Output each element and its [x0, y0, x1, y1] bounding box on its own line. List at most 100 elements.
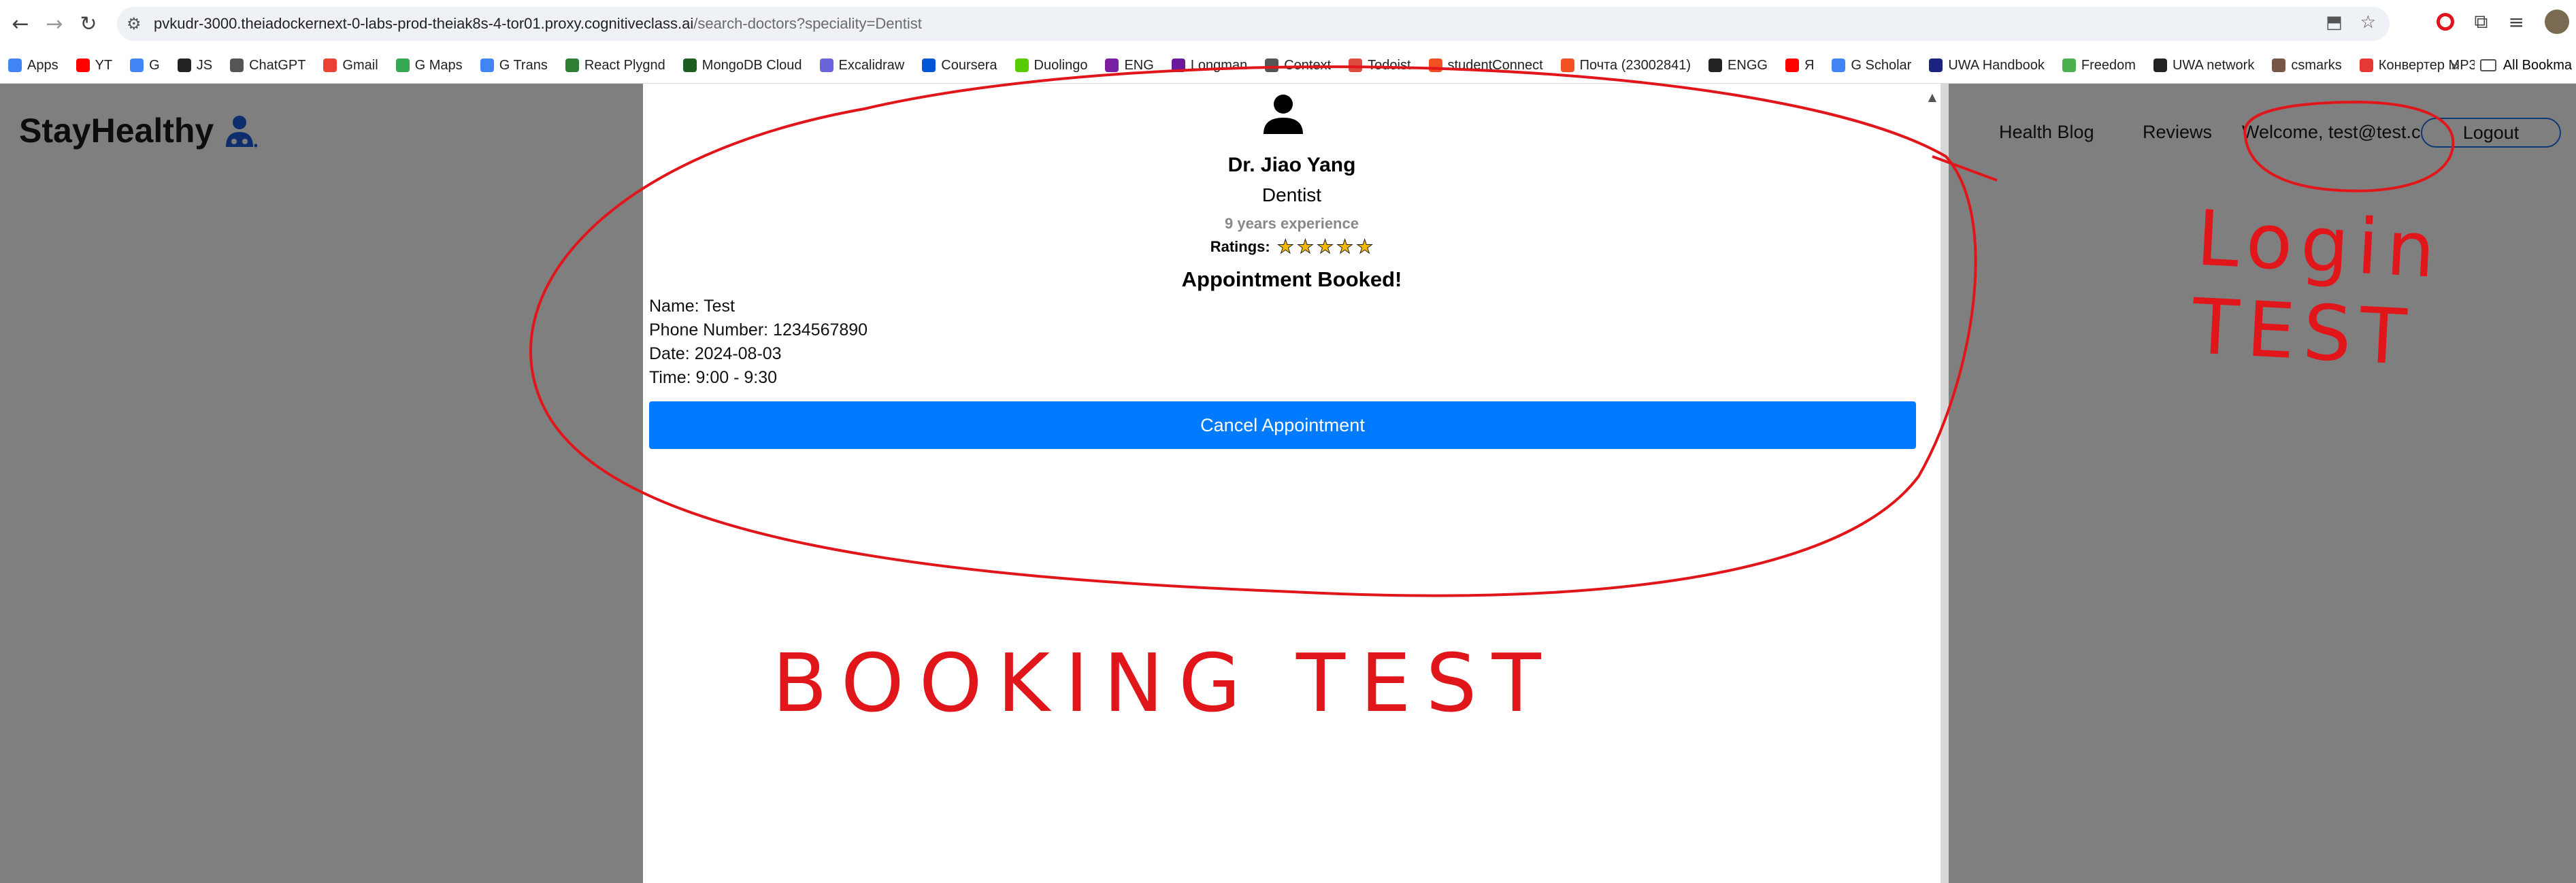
back-arrow-icon[interactable]: ←	[7, 10, 34, 37]
duolingo-icon	[1014, 59, 1029, 72]
coursera-icon	[922, 59, 936, 72]
google-icon	[130, 59, 144, 72]
reload-icon[interactable]: ↻	[75, 10, 102, 37]
bookmark-item[interactable]: Почта (23002841)	[1560, 57, 1691, 73]
excalidraw-icon	[819, 59, 833, 72]
bookmark-item[interactable]: UWA network	[2153, 58, 2254, 73]
todoist-icon	[1349, 59, 1363, 72]
doctor-profile-icon	[1264, 95, 1303, 134]
bookmark-item[interactable]: Longman	[1171, 58, 1247, 73]
opera-extension-icon[interactable]	[2436, 13, 2454, 31]
detail-name: Name: Test	[649, 297, 735, 316]
bookmark-item[interactable]: Apps	[8, 58, 59, 73]
bookmark-label: studentConnect	[1447, 57, 1543, 73]
bookmark-label: G Scholar	[1851, 57, 1912, 73]
doctor-ratings: Ratings: ★ ★ ★ ★ ★	[643, 237, 1941, 256]
bookmark-item[interactable]: studentConnect	[1428, 57, 1543, 73]
bookmark-label: csmarks	[2291, 57, 2342, 73]
bookmark-label: Почта (23002841)	[1579, 57, 1691, 73]
url-path: /search-doctors?speciality=Dentist	[693, 15, 922, 32]
extensions-puzzle-icon[interactable]: ⧉	[2475, 10, 2488, 33]
folder-icon	[2479, 59, 2496, 71]
scroll-up-arrow-icon[interactable]: ▲	[1928, 90, 1936, 103]
youtube-icon	[76, 59, 90, 72]
bookmark-label: Context	[1284, 57, 1332, 73]
chatgpt-icon	[230, 59, 244, 72]
csmarks-icon	[2272, 59, 2286, 72]
star-icon: ★	[1316, 235, 1334, 258]
forward-arrow-icon[interactable]: →	[41, 10, 68, 37]
mongodb-icon	[682, 59, 697, 72]
address-bar[interactable]: ⚙ pvkudr-3000.theiadockernext-0-labs-pro…	[117, 7, 2390, 41]
bookmark-label: Todoist	[1368, 57, 1411, 73]
site-info-icon[interactable]: ⚙	[127, 14, 147, 33]
bookmark-item[interactable]: React Plygnd	[565, 58, 665, 73]
translate-icon	[480, 59, 494, 72]
appointment-modal: ▲ Dr. Jiao Yang Dentist 9 years experien…	[643, 84, 1941, 883]
yandex-icon	[1785, 59, 1799, 72]
bookmark-item[interactable]: YT	[76, 57, 113, 73]
bookmark-label: G Maps	[414, 57, 463, 73]
bookmark-item[interactable]: G Maps	[395, 57, 463, 73]
converter-icon	[2359, 59, 2373, 72]
booking-test-annotation: BOOKING TEST	[772, 636, 1556, 730]
bookmark-item[interactable]: Gmail	[323, 58, 378, 73]
star-icon: ★	[1296, 235, 1314, 258]
bookmark-label: Apps	[27, 57, 59, 73]
bookmark-item[interactable]: Context	[1265, 58, 1331, 73]
detail-time: Time: 9:00 - 9:30	[649, 368, 778, 387]
bookmark-item[interactable]: Coursera	[922, 58, 997, 73]
star-icon: ★	[1356, 235, 1374, 258]
react-icon	[565, 59, 579, 72]
bookmark-item[interactable]: ENG	[1105, 58, 1154, 73]
bookmarks-bar: Apps YT G JS ChatGPT Gmail G Maps G Trans React …	[0, 48, 2576, 84]
bookmark-label: Coursera	[941, 57, 997, 73]
profile-avatar[interactable]	[2545, 10, 2569, 34]
page-content: StayHealthy n Health Blog Reviews Welcom…	[0, 84, 2576, 883]
bookmark-label: MongoDB Cloud	[701, 57, 802, 73]
bookmark-item[interactable]: G Trans	[480, 58, 548, 73]
bookmark-label: YT	[95, 57, 113, 73]
bookmark-item[interactable]: G Scholar	[1832, 58, 1911, 73]
star-icon: ★	[1276, 235, 1294, 258]
bookmark-item[interactable]: G	[130, 58, 160, 73]
bookmark-item[interactable]: ChatGPT	[230, 58, 306, 73]
bookmark-item[interactable]: Todoist	[1349, 57, 1411, 73]
apps-grid-icon	[8, 59, 22, 72]
bookmark-item[interactable]: UWA Handbook	[1929, 58, 2045, 73]
bookmark-label: Duolingo	[1034, 57, 1088, 73]
context-icon	[1265, 59, 1279, 72]
reading-list-icon[interactable]: ≡	[2509, 11, 2524, 33]
cancel-appointment-button[interactable]: Cancel Appointment	[649, 401, 1916, 449]
bookmark-item[interactable]: Excalidraw	[819, 58, 904, 73]
bookmark-item[interactable]: ENGG	[1708, 58, 1768, 73]
rating-stars: ★ ★ ★ ★ ★	[1276, 235, 1374, 258]
uwa-crest-icon	[1929, 59, 1943, 72]
gmail-icon	[323, 59, 337, 72]
bookmark-item[interactable]: MongoDB Cloud	[682, 57, 802, 73]
bookmark-item[interactable]: Duolingo	[1014, 57, 1088, 73]
detail-phone: Phone Number: 1234567890	[649, 320, 868, 339]
url-text[interactable]: pvkudr-3000.theiadockernext-0-labs-prod-…	[154, 15, 922, 33]
ratings-label: Ratings:	[1210, 238, 1270, 255]
bookmark-item[interactable]: Freedom	[2062, 58, 2136, 73]
microsoft-icon	[1560, 59, 1574, 72]
globe-icon	[1105, 59, 1119, 72]
detail-date: Date: 2024-08-03	[649, 344, 782, 363]
browser-toolbar: ← → ↻ ⚙ pvkudr-3000.theiadockernext-0-la…	[0, 0, 2576, 48]
bookmark-star-icon[interactable]: ☆	[2360, 12, 2376, 33]
bookmark-label: G Trans	[499, 57, 548, 73]
microsoft-icon	[1428, 59, 1442, 72]
freedom-icon	[2062, 59, 2076, 72]
bookmark-label: Freedom	[2081, 57, 2136, 73]
all-bookmarks-button[interactable]: All Bookma	[2474, 48, 2576, 83]
bookmarks-overflow-icon[interactable]: »	[2450, 56, 2460, 75]
bookmark-item[interactable]: JS	[177, 58, 212, 73]
install-app-icon[interactable]: ⬒	[2326, 12, 2343, 33]
doctor-name: Dr. Jiao Yang	[1227, 154, 1356, 176]
bookmark-label: UWA network	[2172, 57, 2255, 73]
bookmark-item[interactable]: csmarks	[2272, 57, 2342, 73]
star-icon: ★	[1336, 235, 1354, 258]
modal-scrollbar[interactable]	[1941, 84, 1949, 883]
bookmark-item[interactable]: Я	[1785, 58, 1814, 73]
